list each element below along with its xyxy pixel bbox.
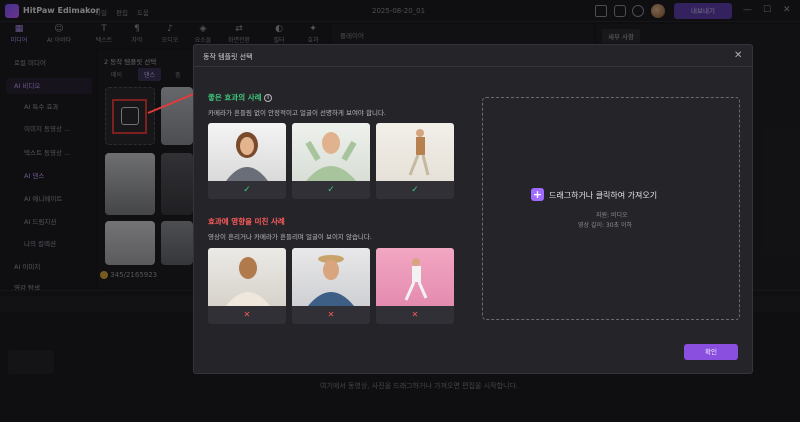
cross-icon: ✕	[411, 310, 419, 319]
bad-example-card: ✕	[208, 248, 286, 324]
person-photo	[226, 257, 270, 306]
bad-examples-desc: 영상이 흔리거나 카메라가 흔들리며 얼굴이 보이지 않습니다.	[208, 233, 372, 241]
confirm-button[interactable]: 확인	[684, 344, 738, 360]
cross-icon: ✕	[327, 310, 335, 319]
good-example-card: ✓	[376, 123, 454, 199]
good-title-text: 좋은 효과의 사례	[208, 93, 262, 102]
person-photo	[308, 255, 354, 306]
plus-icon[interactable]: +	[531, 188, 544, 201]
dropzone-support: 지원: 비디오	[596, 212, 628, 219]
person-photo	[226, 132, 268, 181]
person-photo	[408, 129, 430, 176]
dialog-divider	[194, 66, 752, 67]
check-icon: ✓	[327, 185, 335, 195]
close-icon[interactable]: ✕	[734, 50, 742, 61]
person-photo	[305, 132, 357, 181]
bad-example-card: ✕	[292, 248, 370, 324]
dialog-title: 동작 템플릿 선택	[203, 53, 253, 61]
dropzone-label[interactable]: 드래그하거나 클릭하여 가져오기	[549, 190, 657, 201]
bad-example-card: ✕	[376, 248, 454, 324]
check-icon: ✓	[243, 185, 251, 195]
good-examples-title: 좋은 효과의 사례 i	[208, 92, 273, 103]
info-icon[interactable]: i	[264, 94, 273, 102]
cross-icon: ✕	[243, 310, 251, 319]
good-example-card: ✓	[208, 123, 286, 199]
bad-examples-title: 효과에 영향을 미친 사례	[208, 217, 285, 226]
upload-dropzone[interactable]	[482, 97, 740, 320]
dropzone-length: 영상 길이: 30초 이하	[578, 222, 633, 229]
good-example-card: ✓	[292, 123, 370, 199]
good-examples-desc: 카메라가 흔들림 없이 안정적이고 얼굴이 선명하게 보여야 합니다.	[208, 109, 386, 117]
check-icon: ✓	[411, 185, 419, 195]
person-photo	[404, 258, 428, 301]
